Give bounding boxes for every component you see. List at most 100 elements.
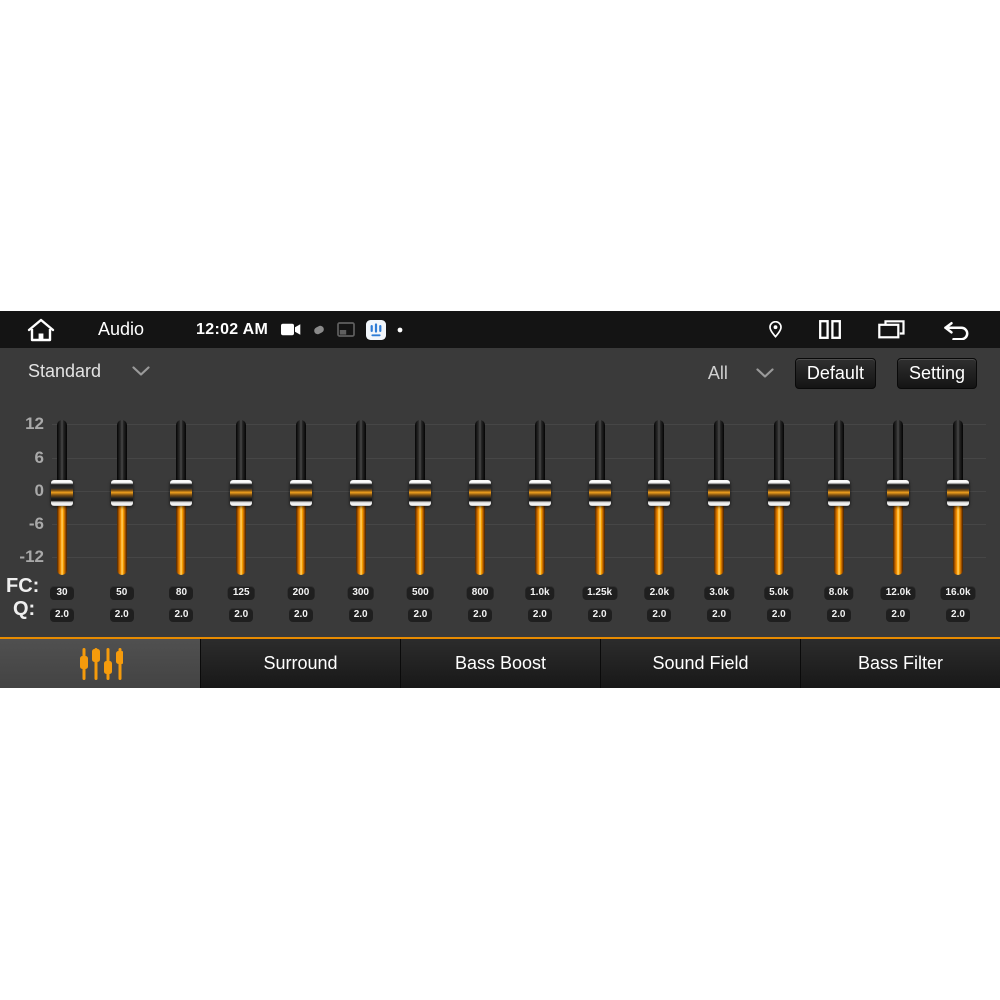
page: Audio 12:02 AM [0,0,1000,1000]
audio-app-icon [366,320,386,340]
q-value[interactable]: 2.0 [886,608,910,622]
eq-band: 302.0 [38,416,86,634]
slider-thumb[interactable] [469,480,491,506]
preset-value: Standard [28,361,101,382]
tab-sound-field[interactable]: Sound Field [600,639,800,688]
app-title: Audio [98,319,144,340]
pip-icon [337,322,355,337]
slider-thumb[interactable] [409,480,431,506]
tab-bass-boost[interactable]: Bass Boost [400,639,600,688]
eq-band: 200 2.0 [277,416,325,634]
eq-band: 1.0k 2.0 [516,416,564,634]
slider-thumb[interactable] [828,480,850,506]
head-unit-screen: Audio 12:02 AM [0,311,1000,688]
fc-row-label: FC: [6,574,39,598]
video-camera-icon [281,323,301,336]
tab-label: Surround [263,653,337,674]
slider-thumb[interactable] [708,480,730,506]
eq-band: 800 2.0 [456,416,504,634]
q-value[interactable]: 2.0 [767,608,791,622]
q-value[interactable]: 2.0 [707,608,731,622]
eq-band: 500 2.0 [396,416,444,634]
slider-thumb[interactable] [887,480,909,506]
q-value[interactable]: 2.0 [408,608,432,622]
clock: 12:02 AM [196,321,268,339]
fc-value[interactable]: 3.0k [704,586,733,600]
fc-value[interactable]: 1.0k [525,586,554,600]
q-value[interactable]: 2.0 [528,608,552,622]
fc-value[interactable]: 8.0k [824,586,853,600]
slider-thumb[interactable] [648,480,670,506]
chevron-down-icon [132,366,150,377]
eq-band: 502.0 [98,416,146,634]
slider-thumb[interactable] [51,480,73,506]
slider-thumb[interactable] [170,480,192,506]
tab-bar: Surround Bass Boost Sound Field Bass Fil… [0,639,1000,688]
navigation-icons [769,320,970,340]
tab-bass-filter[interactable]: Bass Filter [800,639,1000,688]
q-value[interactable]: 2.0 [169,608,193,622]
q-value[interactable]: 2.0 [588,608,612,622]
slider-thumb[interactable] [290,480,312,506]
default-button[interactable]: Default [795,358,876,389]
fc-value[interactable]: 800 [467,586,494,600]
fc-value[interactable]: 125 [228,586,255,600]
fc-value[interactable]: 16.0k [940,586,975,600]
q-value[interactable]: 2.0 [946,608,970,622]
recent-apps-icon[interactable] [878,320,905,339]
q-value[interactable]: 2.0 [50,608,74,622]
slider-thumb[interactable] [589,480,611,506]
tab-label: Bass Filter [858,653,943,674]
q-value[interactable]: 2.0 [110,608,134,622]
back-icon[interactable] [942,320,970,340]
eq-band: 2.0k 2.0 [635,416,683,634]
fc-value[interactable]: 300 [347,586,374,600]
eq-band: 8.0k 2.0 [815,416,863,634]
fc-value[interactable]: 12.0k [881,586,916,600]
slider-thumb[interactable] [230,480,252,506]
eq-band: 125 2.0 [217,416,265,634]
channel-value: All [708,363,728,384]
toolbar-right: All Default Setting [708,358,977,389]
slider-thumb[interactable] [350,480,372,506]
preset-dropdown[interactable]: Standard [28,361,150,382]
fc-value[interactable]: 500 [407,586,434,600]
setting-button[interactable]: Setting [897,358,977,389]
q-value[interactable]: 2.0 [827,608,851,622]
q-value[interactable]: 2.0 [468,608,492,622]
fc-value[interactable]: 2.0k [645,586,674,600]
eq-band: 16.0k 2.0 [934,416,982,634]
fc-value[interactable]: 200 [288,586,315,600]
q-value[interactable]: 2.0 [289,608,313,622]
slider-thumb[interactable] [768,480,790,506]
eq-band: 5.0k 2.0 [755,416,803,634]
notification-dot [397,327,403,333]
eq-band: 12.0k 2.0 [874,416,922,634]
slider-thumb[interactable] [529,480,551,506]
equalizer-sliders-icon [77,646,123,682]
eq-band: 3.0k 2.0 [695,416,743,634]
split-screen-icon[interactable] [819,320,841,339]
q-value[interactable]: 2.0 [229,608,253,622]
fc-value[interactable]: 1.25k [582,586,617,600]
location-pin-icon[interactable] [769,321,782,338]
tab-surround[interactable]: Surround [200,639,400,688]
fc-value[interactable]: 50 [110,586,134,600]
fc-value[interactable]: 30 [50,586,74,600]
tab-label: Bass Boost [455,653,546,674]
q-row-label: Q: [13,597,35,621]
q-value[interactable]: 2.0 [647,608,671,622]
fc-value[interactable]: 5.0k [764,586,793,600]
q-value[interactable]: 2.0 [349,608,373,622]
chevron-down-icon [756,368,774,379]
channel-dropdown[interactable]: All [708,363,774,384]
tab-equalizer[interactable] [0,639,200,688]
fc-value[interactable]: 80 [169,586,193,600]
home-icon[interactable] [26,317,56,343]
eq-band: 1.25k 2.0 [576,416,624,634]
slider-thumb[interactable] [111,480,133,506]
eq-band: 300 2.0 [337,416,385,634]
slider-thumb[interactable] [947,480,969,506]
tab-label: Sound Field [652,653,748,674]
status-bar: Audio 12:02 AM [0,311,1000,348]
